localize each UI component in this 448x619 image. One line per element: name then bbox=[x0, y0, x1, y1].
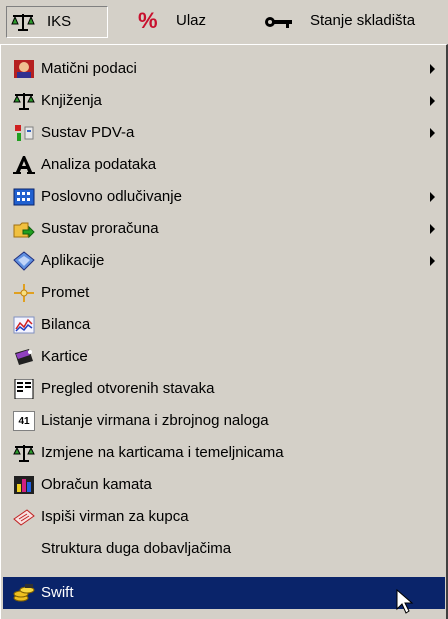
menu-item-label: Ispiši virman za kupca bbox=[41, 508, 189, 525]
menu-item-label: Listanje virmana i zbrojnog naloga bbox=[41, 412, 269, 429]
ulaz-menu[interactable]: % Ulaz bbox=[130, 6, 230, 38]
menu-item-sustav-pdv[interactable]: Sustav PDV-a bbox=[3, 117, 445, 149]
ulaz-label: Ulaz bbox=[176, 12, 207, 29]
menu-item-pregled-otvorenih-stavaka[interactable]: Pregled otvorenih stavaka bbox=[3, 373, 445, 405]
bar-chart-icon bbox=[13, 475, 35, 495]
submenu-arrow-icon bbox=[430, 224, 435, 234]
menu-item-maticni-podaci[interactable]: Matični podaci bbox=[3, 53, 445, 85]
menu-item-aplikacije[interactable]: Aplikacije bbox=[3, 245, 445, 277]
menu-item-obracun-kamata[interactable]: Obračun kamata bbox=[3, 469, 445, 501]
menu-item-poslovno-odlucivanje[interactable]: Poslovno odlučivanje bbox=[3, 181, 445, 213]
top-menu-bar: IKS % Ulaz Stanje skladišta bbox=[0, 0, 448, 44]
menu-item-label: Struktura duga dobavljačima bbox=[41, 540, 232, 557]
menu-item-label: Pregled otvorenih stavaka bbox=[41, 380, 215, 397]
iks-menu[interactable]: IKS bbox=[6, 6, 108, 38]
menu-item-label: Aplikacije bbox=[41, 252, 105, 269]
menu-item-promet[interactable]: Promet bbox=[3, 277, 445, 309]
chart-icon bbox=[13, 315, 35, 335]
stanje-label: Stanje skladišta bbox=[310, 12, 416, 29]
menu-item-label: Promet bbox=[41, 284, 90, 301]
menu-item-analiza-podataka[interactable]: Analiza podataka bbox=[3, 149, 445, 181]
menu-item-label: Izmjene na karticama i temeljnicama bbox=[41, 444, 284, 461]
puzzle-icon bbox=[13, 251, 35, 271]
menu-item-bilanca[interactable]: Bilanca bbox=[3, 309, 445, 341]
scales-icon bbox=[11, 12, 35, 36]
iks-label: IKS bbox=[47, 13, 72, 30]
scales-icon bbox=[13, 91, 35, 111]
menu-item-label: Sustav PDV-a bbox=[41, 124, 135, 141]
menu-item-swift[interactable]: Swift bbox=[3, 577, 445, 609]
dropdown-menu: Matični podaci Knjiženja Sustav PDV-a An… bbox=[0, 44, 448, 619]
submenu-arrow-icon bbox=[430, 128, 435, 138]
coins-icon bbox=[13, 583, 35, 603]
menu-item-label: Sustav proračuna bbox=[41, 220, 159, 237]
menu-item-label: Kartice bbox=[41, 348, 88, 365]
flow-icon bbox=[13, 283, 35, 303]
menu-item-sustav-proracuna[interactable]: Sustav proračuna bbox=[3, 213, 445, 245]
menu-item-label: Knjiženja bbox=[41, 92, 102, 109]
folder-arrow-icon bbox=[13, 219, 35, 239]
menu-item-kartice[interactable]: Kartice bbox=[3, 341, 445, 373]
menu-item-label: Matični podaci bbox=[41, 60, 137, 77]
scales-icon bbox=[13, 443, 35, 463]
menu-item-struktura-duga[interactable]: Struktura duga dobavljačima bbox=[3, 533, 445, 565]
menu-item-label: Obračun kamata bbox=[41, 476, 152, 493]
calendar-icon: 41 bbox=[13, 411, 35, 431]
percent-icon: % bbox=[138, 8, 158, 33]
tax-icon bbox=[13, 123, 35, 143]
submenu-arrow-icon bbox=[430, 192, 435, 202]
menu-item-knjizenja[interactable]: Knjiženja bbox=[3, 85, 445, 117]
mouse-cursor-icon bbox=[396, 588, 414, 619]
person-icon bbox=[13, 59, 35, 79]
menu-item-listanje-virmana[interactable]: 41 Listanje virmana i zbrojnog naloga bbox=[3, 405, 445, 437]
card-icon bbox=[13, 347, 35, 367]
menu-item-ispisi-virman[interactable]: Ispiši virman za kupca bbox=[3, 501, 445, 533]
submenu-arrow-icon bbox=[430, 96, 435, 106]
submenu-arrow-icon bbox=[430, 64, 435, 74]
key-icon bbox=[264, 15, 294, 33]
menu-item-label: Poslovno odlučivanje bbox=[41, 188, 182, 205]
calendar-day: 41 bbox=[18, 415, 30, 427]
submenu-arrow-icon bbox=[430, 256, 435, 266]
document-icon bbox=[13, 379, 35, 399]
letter-a-icon bbox=[13, 155, 35, 175]
menu-item-label: Swift bbox=[41, 584, 74, 601]
grid-icon bbox=[13, 187, 35, 207]
menu-item-izmjene-na-karticama[interactable]: Izmjene na karticama i temeljnicama bbox=[3, 437, 445, 469]
menu-item-label: Bilanca bbox=[41, 316, 91, 333]
stanje-skladista-menu[interactable]: Stanje skladišta bbox=[258, 6, 448, 38]
menu-item-label: Analiza podataka bbox=[41, 156, 157, 173]
print-icon bbox=[13, 507, 35, 527]
